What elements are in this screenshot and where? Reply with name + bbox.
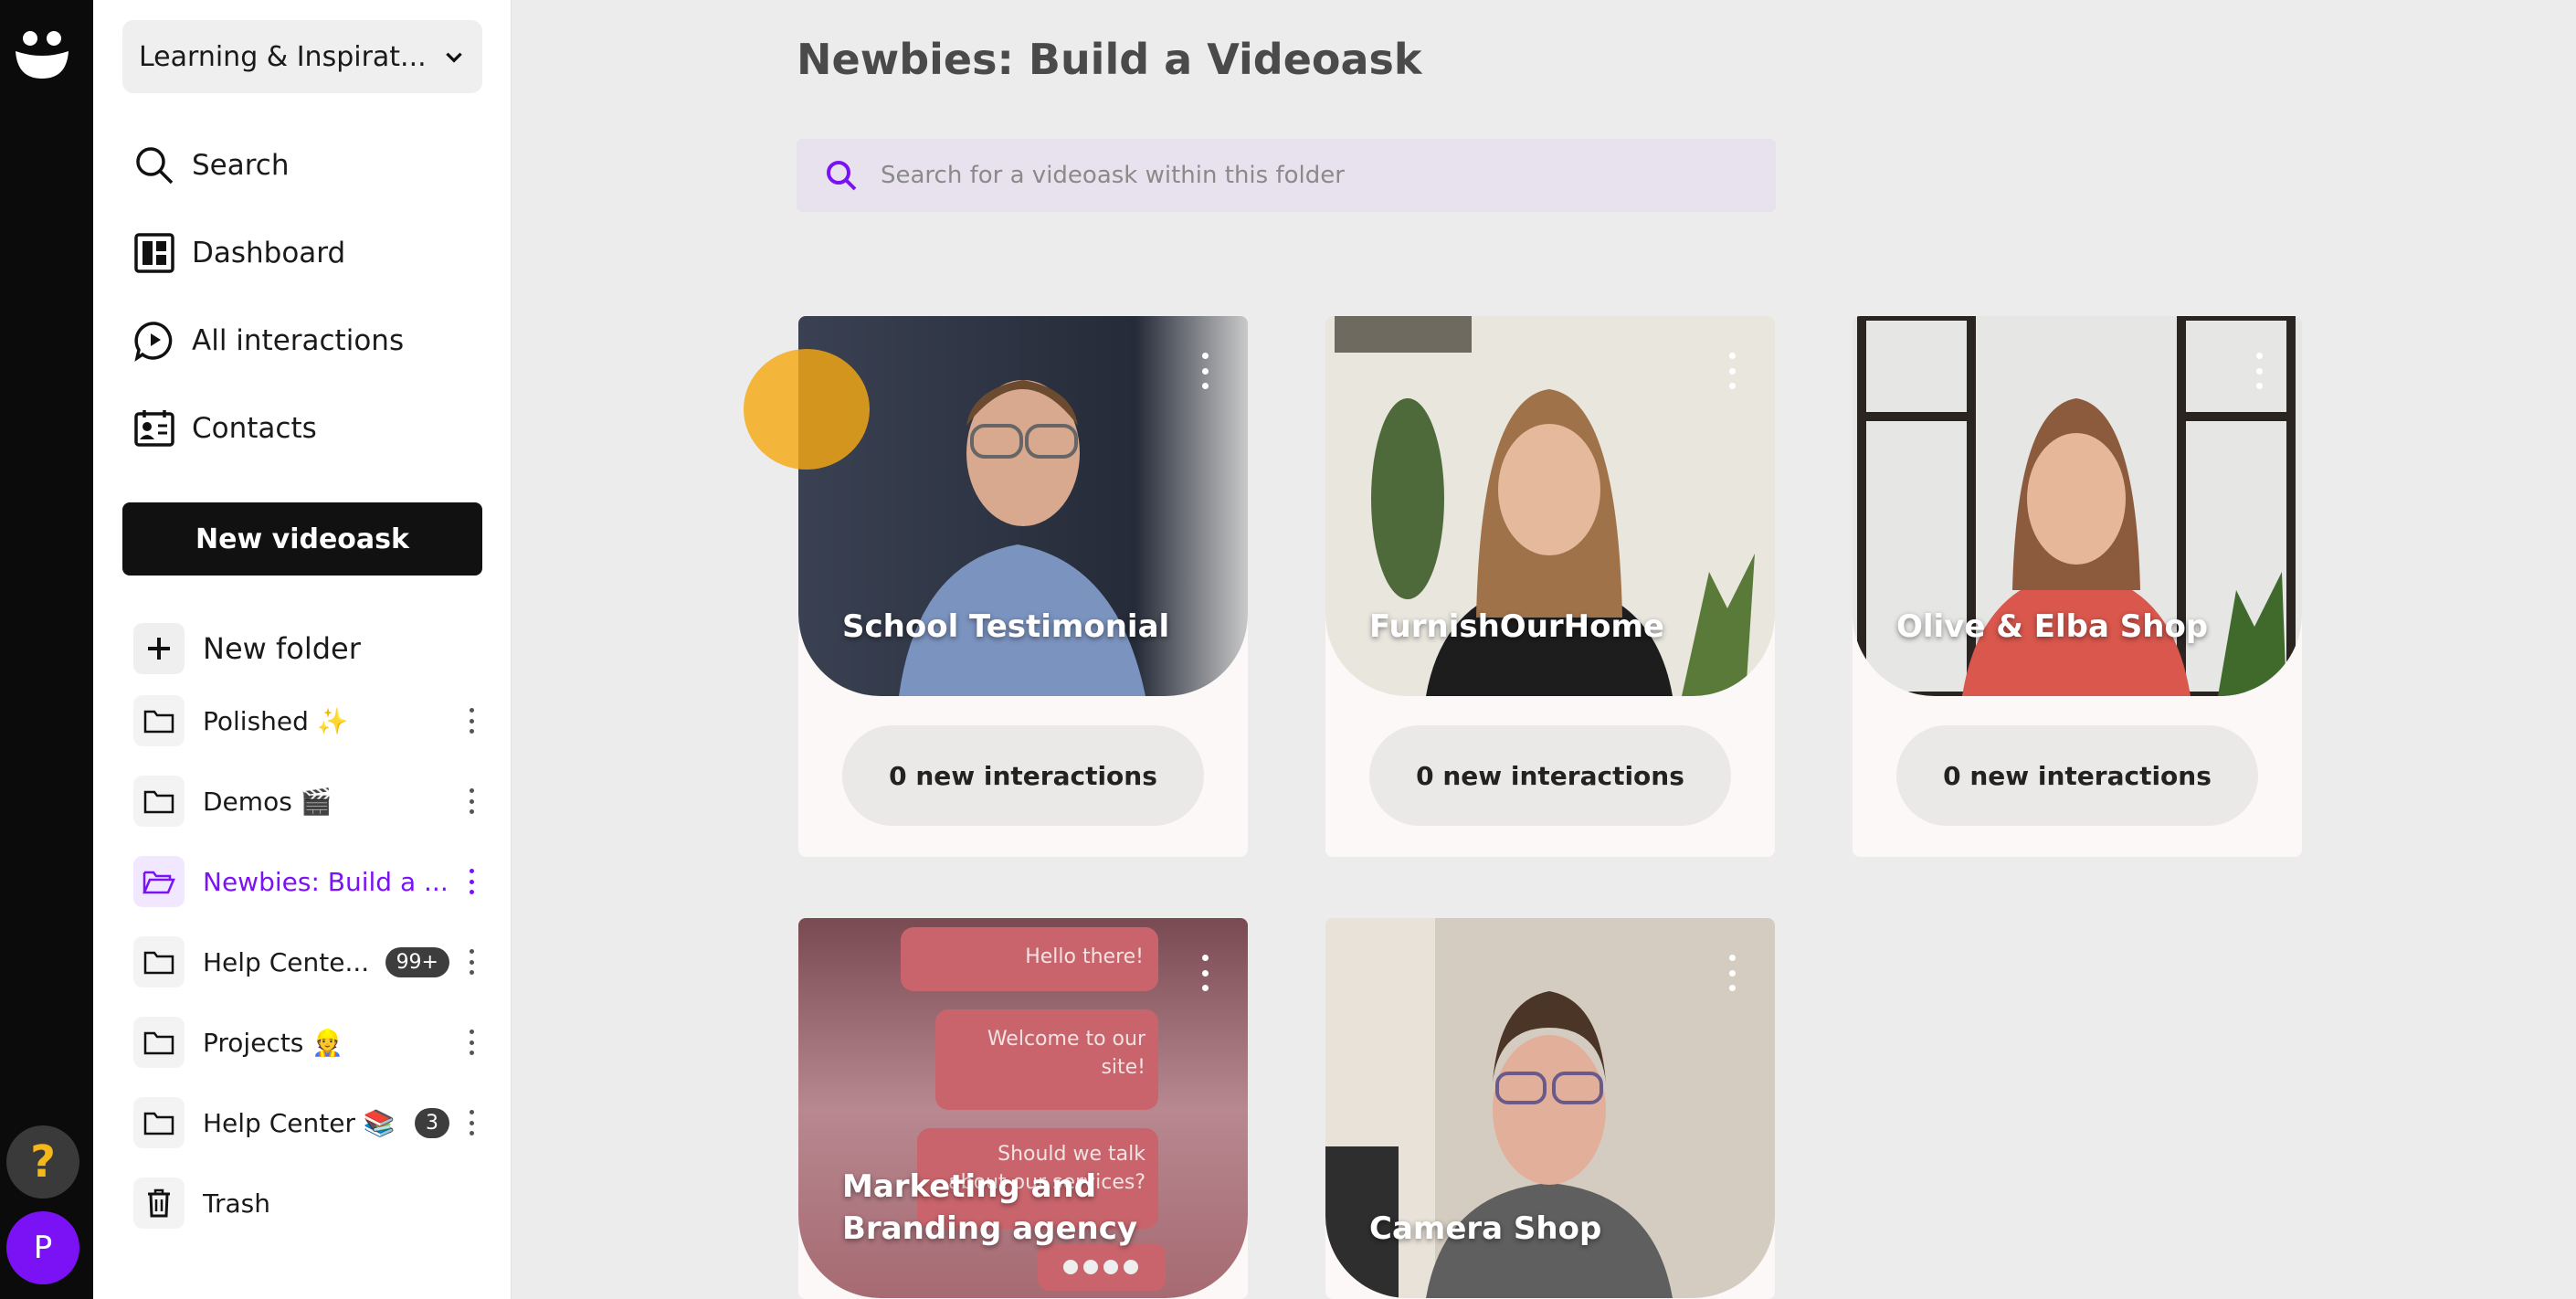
videoask-card[interactable]: Hello there! Welcome to our site! Should… bbox=[798, 918, 1248, 1299]
new-interactions-button[interactable]: 0 new interactions bbox=[842, 725, 1204, 826]
folder-name: Demos 🎬 bbox=[203, 786, 333, 817]
folder-search-bar[interactable] bbox=[797, 139, 1776, 212]
card-title: Camera Shop bbox=[1369, 1210, 1602, 1248]
video-thumbnail[interactable]: School Testimonial bbox=[798, 316, 1248, 696]
video-thumbnail[interactable]: Hello there! Welcome to our site! Should… bbox=[798, 918, 1248, 1298]
nav-contacts[interactable]: Contacts bbox=[133, 401, 317, 456]
more-options-icon[interactable] bbox=[462, 1106, 480, 1139]
chat-play-icon bbox=[134, 322, 173, 362]
more-options-icon[interactable] bbox=[1198, 353, 1211, 389]
videoask-card[interactable]: Camera Shop bbox=[1325, 918, 1775, 1299]
card-title: Olive & Elba Shop bbox=[1896, 608, 2209, 646]
trash-icon bbox=[133, 1178, 185, 1229]
folder-search-input[interactable] bbox=[881, 162, 1703, 189]
chat-bubble-text: Welcome to our site! bbox=[987, 1028, 1145, 1079]
nav-search[interactable]: Search bbox=[133, 138, 290, 193]
more-options-icon[interactable] bbox=[462, 785, 480, 818]
video-thumbnail[interactable]: FurnishOurHome bbox=[1325, 316, 1775, 696]
folder-icon bbox=[133, 1097, 185, 1148]
page-title: Newbies: Build a Videoask bbox=[797, 35, 1422, 84]
videoask-card[interactable]: Olive & Elba Shop 0 new interactions bbox=[1853, 316, 2302, 857]
more-options-icon[interactable] bbox=[1726, 353, 1738, 389]
more-options-icon[interactable] bbox=[462, 865, 480, 898]
folder-icon bbox=[133, 936, 185, 987]
count-badge: 3 bbox=[415, 1107, 449, 1138]
folder-item[interactable]: Demos 🎬 bbox=[133, 774, 480, 829]
count-badge: 99+ bbox=[385, 946, 449, 977]
contact-card-icon bbox=[134, 410, 174, 447]
folder-item[interactable]: Projects 👷 bbox=[133, 1015, 480, 1070]
search-icon bbox=[827, 161, 857, 191]
nav-contacts-label: Contacts bbox=[192, 412, 317, 445]
new-interactions-button[interactable]: 0 new interactions bbox=[1369, 725, 1731, 826]
folder-open-icon bbox=[133, 856, 185, 907]
folder-item-active[interactable]: Newbies: Build a ... bbox=[133, 854, 480, 909]
sidebar: Learning & Inspirat... Search Dashboard … bbox=[93, 0, 512, 1299]
videoask-logo-icon[interactable] bbox=[14, 24, 70, 80]
new-folder-button[interactable]: New folder bbox=[133, 621, 361, 676]
more-options-icon[interactable] bbox=[1198, 955, 1211, 991]
cursor-highlight bbox=[744, 349, 870, 470]
folder-icon bbox=[133, 695, 185, 746]
trash-label: Trash bbox=[203, 1188, 270, 1219]
folder-item[interactable]: Polished ✨ bbox=[133, 693, 480, 748]
nav-search-label: Search bbox=[192, 149, 290, 182]
chevron-down-icon bbox=[446, 52, 462, 63]
folder-name: Polished ✨ bbox=[203, 705, 349, 736]
app-rail: ? P bbox=[0, 0, 93, 1299]
trash-item[interactable]: Trash bbox=[133, 1176, 480, 1230]
folder-name: Help Center 📚 bbox=[203, 1107, 396, 1138]
card-title: FurnishOurHome bbox=[1369, 608, 1664, 646]
more-options-icon[interactable] bbox=[1726, 955, 1738, 991]
videoask-card[interactable]: FurnishOurHome 0 new interactions bbox=[1325, 316, 1775, 857]
folder-name: Newbies: Build a ... bbox=[203, 866, 449, 897]
workspace-selector[interactable]: Learning & Inspirat... bbox=[122, 20, 482, 93]
more-options-icon[interactable] bbox=[462, 1026, 480, 1059]
workspace-name: Learning & Inspirat... bbox=[139, 40, 427, 73]
new-interactions-button[interactable]: 0 new interactions bbox=[1896, 725, 2258, 826]
video-thumbnail[interactable]: Camera Shop bbox=[1325, 918, 1775, 1298]
more-options-icon[interactable] bbox=[2253, 353, 2265, 389]
card-title: Marketing and Branding agency bbox=[842, 1168, 1138, 1248]
user-avatar[interactable]: P bbox=[6, 1211, 79, 1284]
new-folder-label: New folder bbox=[203, 631, 361, 666]
new-videoask-button[interactable]: New videoask bbox=[122, 502, 482, 576]
folder-item[interactable]: Help Cente... 99+ bbox=[133, 935, 480, 989]
chat-bubble-text: Hello there! bbox=[1025, 945, 1144, 968]
search-icon bbox=[136, 147, 174, 185]
folder-item[interactable]: Help Center 📚 3 bbox=[133, 1095, 480, 1150]
help-button[interactable]: ? bbox=[6, 1125, 79, 1199]
nav-all-interactions[interactable]: All interactions bbox=[133, 313, 404, 368]
folder-name: Projects 👷 bbox=[203, 1027, 344, 1058]
dashboard-icon bbox=[134, 233, 174, 273]
video-thumbnail[interactable]: Olive & Elba Shop bbox=[1853, 316, 2302, 696]
more-options-icon[interactable] bbox=[462, 945, 480, 978]
card-title: School Testimonial bbox=[842, 608, 1170, 646]
nav-all-interactions-label: All interactions bbox=[192, 324, 405, 357]
plus-icon bbox=[133, 623, 185, 674]
nav-dashboard[interactable]: Dashboard bbox=[133, 226, 345, 280]
folder-icon bbox=[133, 776, 185, 827]
nav-dashboard-label: Dashboard bbox=[192, 237, 346, 269]
folder-icon bbox=[133, 1017, 185, 1068]
folder-name: Help Cente... bbox=[203, 946, 370, 977]
more-options-icon[interactable] bbox=[462, 704, 480, 737]
